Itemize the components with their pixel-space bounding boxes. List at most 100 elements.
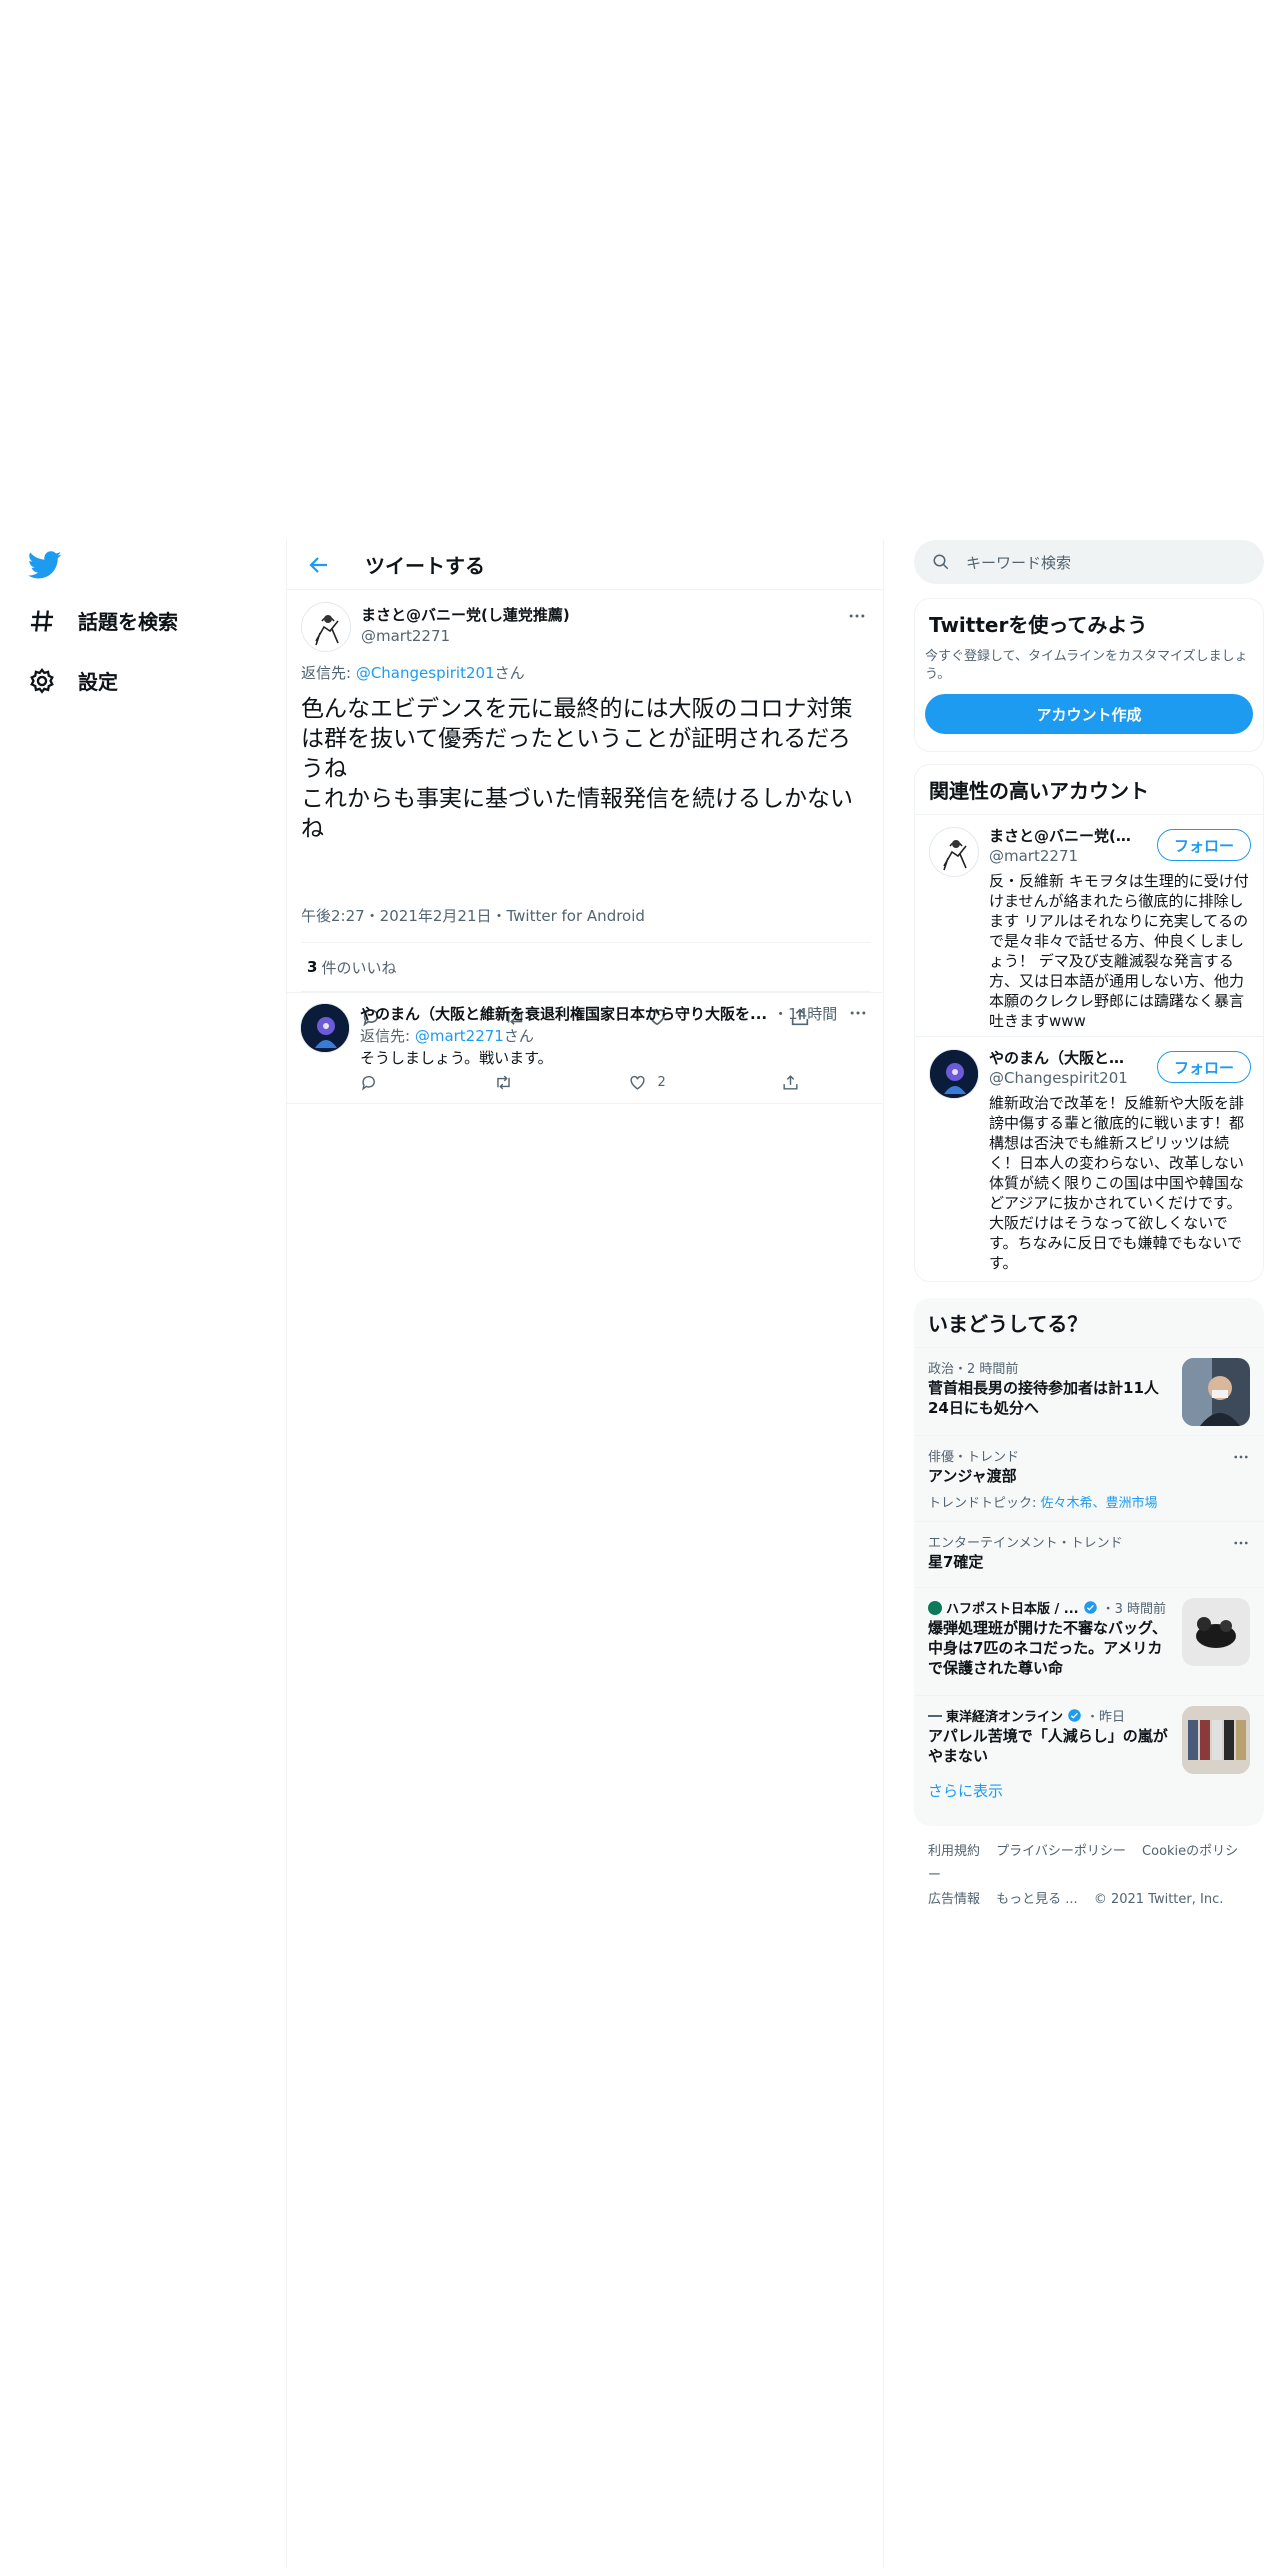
- trend-topics-prefix: トレンドトピック:: [928, 1496, 1041, 1511]
- twitter-logo-icon[interactable]: [28, 548, 62, 582]
- trend-title: アパレル苦境で「人減らし」の嵐がやまない: [928, 1727, 1168, 1765]
- share-icon: [783, 1075, 798, 1090]
- avatar-sketch-icon: [302, 603, 350, 651]
- reply-header: やのまん（大阪と維新を衰退利権国家日本から守り大阪を... ・14時間: [360, 1003, 840, 1024]
- avatar-character-icon: [930, 1050, 978, 1098]
- related-account[interactable]: やのまん（大阪と維... @Changespirit201 フォロー 維新政治で…: [915, 1036, 1263, 1278]
- trend-image: [1182, 1358, 1250, 1426]
- account-bio: 維新政治で改革を！反維新や大阪を誹謗中傷する輩と徹底的に戦います！都構想は否決で…: [989, 1094, 1245, 1272]
- more-options-icon[interactable]: [1232, 1448, 1250, 1466]
- like-icon: [630, 1075, 646, 1090]
- search-placeholder: キーワード検索: [966, 553, 1072, 572]
- nav-explore-label: 話題を検索: [78, 610, 178, 634]
- signup-subtitle: 今すぐ登録して、タイムラインをカスタマイズしましょう。: [925, 649, 1248, 682]
- tweet-text: 色んなエビデンスを元に最終的には大阪のコロナ対策は群を抜いて優秀だったということ…: [301, 696, 853, 842]
- author-handle: @mart2271: [361, 627, 451, 645]
- avatar[interactable]: [300, 1003, 350, 1053]
- account-name: やのまん（大阪と維...: [989, 1049, 1139, 1067]
- trend-title: アンジャ渡部: [928, 1467, 1017, 1485]
- trend-category: 政治・2 時間前: [928, 1362, 1019, 1377]
- tweet-author[interactable]: まさと@バニー党(し蓮党推薦) @mart2271: [361, 604, 570, 645]
- follow-button[interactable]: フォロー: [1157, 1051, 1251, 1083]
- source-logo-icon: [928, 1714, 942, 1717]
- more-options-icon[interactable]: [847, 606, 867, 626]
- account-bio: 反・反維新 キモヲタは生理的に受け付けませんが絡まれたら徹底的に排除します リア…: [989, 872, 1249, 1030]
- trend-source: ハフポスト日本版 / ... ・3 時間前: [928, 1598, 1166, 1617]
- signup-card: Twitterを使ってみよう 今すぐ登録して、タイムラインをカスタマイズしましょ…: [914, 598, 1264, 752]
- trend-source: 東洋経済オンライン ・昨日: [928, 1706, 1125, 1725]
- avatar[interactable]: [929, 1049, 979, 1099]
- avatar[interactable]: [301, 602, 351, 652]
- trend-title: 爆弾処理班が開けた不審なバッグ、中身は7匹のネコだった。アメリカで保護された尊い…: [928, 1619, 1167, 1677]
- trend-topics: トレンドトピック: 佐々木希、豊洲市場: [928, 1492, 1158, 1511]
- reply-actions: 2: [360, 1073, 800, 1092]
- trend-topics-links[interactable]: 佐々木希、豊洲市場: [1041, 1496, 1158, 1511]
- trend-item[interactable]: エンターテインメント・トレンド 星7確定: [914, 1521, 1264, 1587]
- retweet-action[interactable]: [494, 1073, 513, 1092]
- source-logo-icon: [928, 1600, 942, 1615]
- verified-badge-icon: [1068, 1709, 1081, 1722]
- page-title: ツイートする: [365, 554, 485, 578]
- search-icon: [933, 554, 949, 570]
- reply-action[interactable]: [360, 1073, 379, 1092]
- footer-link-terms[interactable]: 利用規約: [928, 1844, 980, 1859]
- nav-explore[interactable]: 話題を検索: [28, 606, 178, 635]
- search-input[interactable]: キーワード検索: [914, 540, 1264, 584]
- signup-title: Twitterを使ってみよう: [929, 613, 1148, 637]
- avatar-character-icon: [301, 1004, 349, 1052]
- source-time: ・3 時間前: [1101, 1602, 1167, 1617]
- account-name: まさと@バニー党(し...: [989, 827, 1139, 845]
- footer-copyright: © 2021 Twitter, Inc.: [1093, 1892, 1224, 1907]
- replying-to: 返信先: @mart2271さん: [360, 1025, 534, 1046]
- like-action[interactable]: 2: [628, 1073, 666, 1092]
- more-options-icon[interactable]: [848, 1003, 868, 1023]
- follow-button[interactable]: フォロー: [1157, 829, 1251, 861]
- related-accounts-card: 関連性の高いアカウント まさと@バニー党(し... @mart2271 フォロー…: [914, 764, 1264, 1282]
- related-title: 関連性の高いアカウント: [929, 779, 1149, 803]
- trend-item[interactable]: ハフポスト日本版 / ... ・3 時間前 爆弾処理班が開けた不審なバッグ、中身…: [914, 1587, 1264, 1695]
- account-handle: @Changespirit201: [989, 1069, 1128, 1087]
- apparel-store-photo-icon: [1182, 1706, 1250, 1774]
- trend-item[interactable]: 政治・2 時間前 菅首相長男の接待参加者は計11人 24日にも処分へ: [914, 1347, 1264, 1435]
- show-more-link[interactable]: さらに表示: [928, 1780, 1003, 1801]
- trend-category: エンターテインメント・トレンド: [928, 1536, 1123, 1551]
- avatar[interactable]: [929, 827, 979, 877]
- trend-image: [1182, 1598, 1250, 1666]
- related-account[interactable]: まさと@バニー党(し... @mart2271 フォロー 反・反維新 キモヲタは…: [915, 814, 1263, 1036]
- trend-title: 星7確定: [928, 1553, 984, 1571]
- tweet-timestamp[interactable]: 午後2:27・2021年2月21日・Twitter for Android: [301, 905, 645, 926]
- footer-link-more[interactable]: もっと見る ...: [996, 1892, 1078, 1907]
- main-tweet: まさと@バニー党(し蓮党推薦) @mart2271 返信先: @Changesp…: [287, 590, 883, 993]
- reply-icon: [362, 1076, 375, 1091]
- footer: 利用規約 プライバシーポリシー Cookieのポリシー 広告情報 もっと見る .…: [928, 1840, 1258, 1912]
- nav-settings[interactable]: 設定: [28, 666, 118, 695]
- trend-item[interactable]: 東洋経済オンライン ・昨日 アパレル苦境で「人減らし」の嵐がやまない: [914, 1695, 1264, 1783]
- verified-badge-icon: [1083, 1601, 1097, 1614]
- source-name: ハフポスト日本版 / ...: [946, 1602, 1079, 1617]
- trend-image: [1182, 1706, 1250, 1774]
- footer-link-privacy[interactable]: プライバシーポリシー: [996, 1844, 1126, 1859]
- trend-item[interactable]: 俳優・トレンド アンジャ渡部 トレンドトピック: 佐々木希、豊洲市場: [914, 1435, 1264, 1521]
- replying-to-link[interactable]: @Changespirit201: [356, 664, 495, 682]
- replying-to: 返信先: @Changespirit201さん: [301, 662, 525, 683]
- more-options-icon[interactable]: [1232, 1534, 1250, 1552]
- retweet-icon: [497, 1075, 510, 1090]
- reply-author-name[interactable]: やのまん（大阪と維新を衰退利権国家日本から守り大阪を...: [360, 1003, 767, 1024]
- reply-text: そうしましょう。戦います。: [360, 1049, 553, 1067]
- replying-to-prefix: 返信先:: [360, 1027, 415, 1045]
- trends-title: いまどうしてる？: [928, 1312, 1088, 1336]
- gear-icon: [30, 667, 54, 694]
- trend-category: 俳優・トレンド: [928, 1450, 1020, 1465]
- share-action[interactable]: [781, 1073, 800, 1092]
- replying-to-link[interactable]: @mart2271: [415, 1027, 504, 1045]
- create-account-button[interactable]: アカウント作成: [925, 694, 1253, 734]
- back-arrow-icon[interactable]: [307, 553, 331, 577]
- footer-link-ads[interactable]: 広告情報: [928, 1892, 980, 1907]
- reply-item[interactable]: やのまん（大阪と維新を衰退利権国家日本から守り大阪を... ・14時間 返信先:…: [286, 992, 884, 1104]
- source-time: ・昨日: [1086, 1710, 1126, 1725]
- replying-to-suffix: さん: [503, 1027, 534, 1045]
- hashtag-icon: [30, 609, 54, 632]
- likes-summary[interactable]: 3 件のいいね: [301, 942, 871, 992]
- account-handle: @mart2271: [989, 847, 1079, 865]
- reply-time[interactable]: ・14時間: [773, 1003, 837, 1024]
